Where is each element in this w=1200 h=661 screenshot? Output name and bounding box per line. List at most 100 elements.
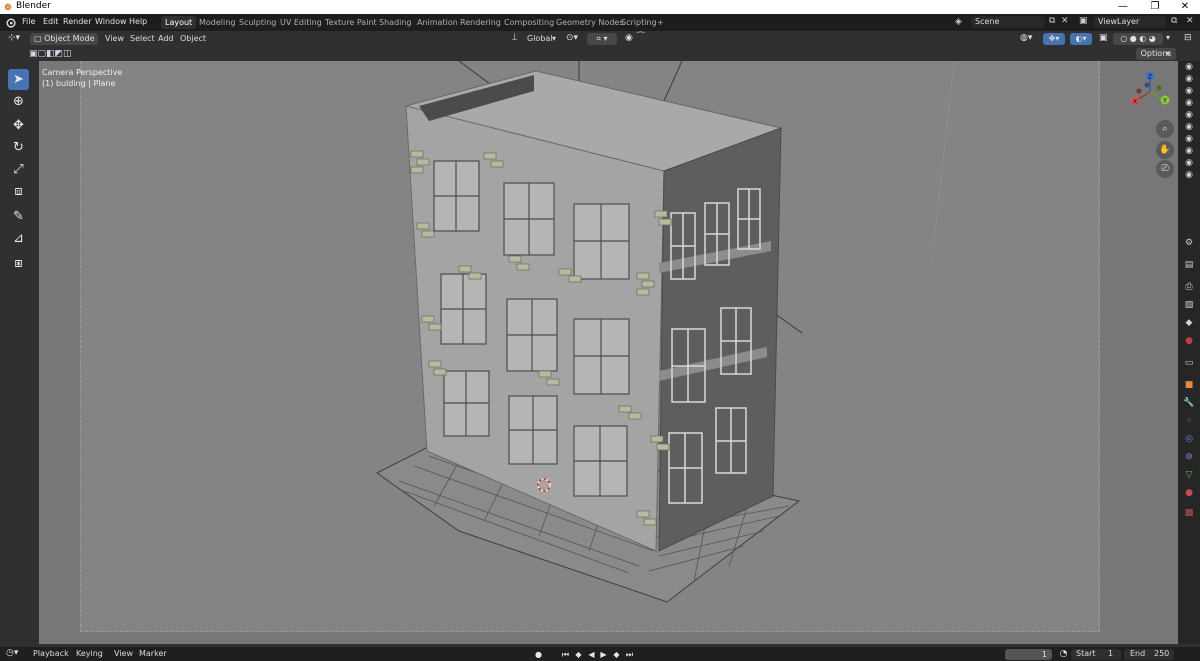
- view-layer-icon[interactable]: ▣: [1079, 16, 1088, 26]
- tab-animation[interactable]: Animation: [413, 16, 462, 29]
- menu-playback[interactable]: Playback: [33, 649, 69, 658]
- transform-tool[interactable]: ⧈: [8, 181, 29, 202]
- collection-properties-icon[interactable]: ▭: [1183, 357, 1195, 369]
- object-properties-icon[interactable]: ■: [1183, 379, 1195, 391]
- menu-keying[interactable]: Keying: [76, 649, 103, 658]
- close-button[interactable]: ✕: [1170, 0, 1200, 14]
- proportional-edit-icon[interactable]: ◉: [625, 33, 633, 43]
- blender-menu-icon[interactable]: [5, 17, 16, 28]
- scene-icon[interactable]: ◈: [955, 17, 962, 27]
- navigation-gizmo[interactable]: Z X Y: [1127, 69, 1173, 115]
- camera-restrict-icon[interactable]: ◉: [1183, 61, 1195, 73]
- menu-object[interactable]: Object: [180, 34, 206, 43]
- tab-shading[interactable]: Shading: [375, 16, 416, 29]
- pan-button[interactable]: ✋: [1156, 141, 1174, 159]
- minimize-button[interactable]: —: [1108, 0, 1138, 14]
- visibility-icon[interactable]: ◍▾: [1020, 33, 1032, 43]
- tab-rendering[interactable]: Rendering: [456, 16, 505, 29]
- falloff-icon[interactable]: ⁀: [637, 33, 644, 43]
- timeline-editor-icon[interactable]: ◷▾: [6, 648, 18, 658]
- collapse-header-icon[interactable]: ⊟: [1184, 33, 1192, 43]
- camera-restrict-icon[interactable]: ◉: [1183, 73, 1195, 85]
- chevron-down-icon[interactable]: ▾: [1166, 33, 1170, 42]
- shading-modes[interactable]: ○ ● ◐ ◕: [1113, 33, 1163, 45]
- tab-texture-paint[interactable]: Texture Paint: [321, 16, 381, 29]
- modifier-properties-icon[interactable]: 🔧: [1183, 397, 1195, 409]
- maximize-button[interactable]: ❐: [1140, 0, 1170, 14]
- data-properties-icon[interactable]: ▽: [1183, 469, 1195, 481]
- record-icon[interactable]: ●: [533, 649, 544, 660]
- new-view-layer-icon[interactable]: ⧉: [1171, 16, 1177, 26]
- menu-add[interactable]: Add: [158, 34, 174, 43]
- menu-marker[interactable]: Marker: [139, 649, 167, 658]
- menu-help[interactable]: Help: [129, 17, 147, 26]
- scale-tool[interactable]: ⤢: [8, 159, 29, 180]
- 3d-viewport[interactable]: Camera Perspective (1) bulding | Plane Z…: [39, 61, 1178, 644]
- tab-uv-editing[interactable]: UV Editing: [276, 16, 326, 29]
- mode-selector[interactable]: ▢ Object Mode ▾: [30, 33, 98, 55]
- menu-window[interactable]: Window: [95, 17, 127, 26]
- select-mode-icons[interactable]: ▣▢◧◩◫: [29, 49, 72, 59]
- jump-end-icon[interactable]: ⏭: [624, 649, 635, 660]
- jump-start-icon[interactable]: ⏮: [560, 649, 571, 660]
- orientation-selector[interactable]: Global: [527, 34, 553, 43]
- camera-restrict-icon[interactable]: ◉: [1183, 157, 1195, 169]
- pivot-icon[interactable]: ⊙▾: [566, 33, 578, 43]
- camera-restrict-icon[interactable]: ◉: [1183, 169, 1195, 181]
- orientation-icon[interactable]: ⟘: [512, 33, 517, 43]
- material-properties-icon[interactable]: ●: [1183, 487, 1195, 499]
- timer-icon[interactable]: ◔: [1058, 649, 1069, 660]
- move-tool[interactable]: ✥: [8, 115, 29, 136]
- output-properties-icon[interactable]: ⎙: [1183, 281, 1195, 293]
- render-properties-icon[interactable]: ▤: [1183, 259, 1195, 271]
- next-keyframe-icon[interactable]: ◆: [611, 649, 622, 660]
- menu-render[interactable]: Render: [63, 17, 91, 26]
- prev-keyframe-icon[interactable]: ◆: [573, 649, 584, 660]
- scene-selector[interactable]: Scene: [971, 16, 1045, 28]
- menu-view[interactable]: View: [114, 649, 133, 658]
- particles-properties-icon[interactable]: ⁘: [1183, 415, 1195, 427]
- physics-properties-icon[interactable]: ◎: [1183, 433, 1195, 445]
- tab-compositing[interactable]: Compositing: [500, 16, 558, 29]
- camera-restrict-icon[interactable]: ◉: [1183, 97, 1195, 109]
- measure-tool[interactable]: ⊿: [8, 228, 29, 249]
- camera-restrict-icon[interactable]: ◉: [1183, 133, 1195, 145]
- tab-layout[interactable]: Layout: [161, 16, 197, 29]
- snap-toggle[interactable]: ⌗ ▾: [587, 33, 617, 45]
- current-frame-field[interactable]: 1: [1005, 649, 1052, 660]
- xray-icon[interactable]: ▣: [1099, 33, 1108, 43]
- scene-properties-icon[interactable]: ◆: [1183, 317, 1195, 329]
- tool-properties-icon[interactable]: ⚙: [1183, 237, 1195, 249]
- view-layer-selector[interactable]: ViewLayer: [1094, 16, 1166, 28]
- camera-restrict-icon[interactable]: ◉: [1183, 145, 1195, 157]
- gizmo-toggle[interactable]: ✥▾: [1043, 33, 1065, 45]
- menu-file[interactable]: File: [22, 17, 35, 26]
- annotate-tool[interactable]: ✎: [8, 206, 29, 227]
- building-model[interactable]: [39, 61, 1178, 644]
- overlay-toggle[interactable]: ◐▾: [1070, 33, 1092, 45]
- camera-view-button[interactable]: ⎚: [1156, 160, 1174, 178]
- zoom-button[interactable]: ⌕: [1156, 120, 1174, 138]
- menu-edit[interactable]: Edit: [43, 17, 59, 26]
- add-cube-tool[interactable]: ⧆: [8, 253, 29, 274]
- delete-scene-icon[interactable]: ✕: [1061, 16, 1069, 26]
- texture-properties-icon[interactable]: ▩: [1183, 507, 1195, 519]
- camera-restrict-icon[interactable]: ◉: [1183, 121, 1195, 133]
- editor-type-icon[interactable]: ⊹▾: [8, 33, 20, 43]
- constraints-properties-icon[interactable]: ⊛: [1183, 451, 1195, 463]
- tab-sculpting[interactable]: Sculpting: [235, 16, 280, 29]
- play-reverse-icon[interactable]: ◀: [586, 649, 597, 660]
- menu-select[interactable]: Select: [130, 34, 155, 43]
- add-workspace-button[interactable]: +: [653, 16, 668, 29]
- camera-restrict-icon[interactable]: ◉: [1183, 85, 1195, 97]
- play-icon[interactable]: ▶: [598, 649, 609, 660]
- select-box-tool[interactable]: ➤: [8, 69, 29, 90]
- tab-modeling[interactable]: Modeling: [195, 16, 239, 29]
- world-properties-icon[interactable]: ●: [1183, 335, 1195, 347]
- camera-restrict-icon[interactable]: ◉: [1183, 109, 1195, 121]
- cursor-tool[interactable]: ⊕: [8, 91, 29, 112]
- rotate-tool[interactable]: ↻: [8, 137, 29, 158]
- view-layer-properties-icon[interactable]: ▧: [1183, 299, 1195, 311]
- delete-view-layer-icon[interactable]: ✕: [1186, 16, 1194, 26]
- new-scene-icon[interactable]: ⧉: [1049, 16, 1055, 26]
